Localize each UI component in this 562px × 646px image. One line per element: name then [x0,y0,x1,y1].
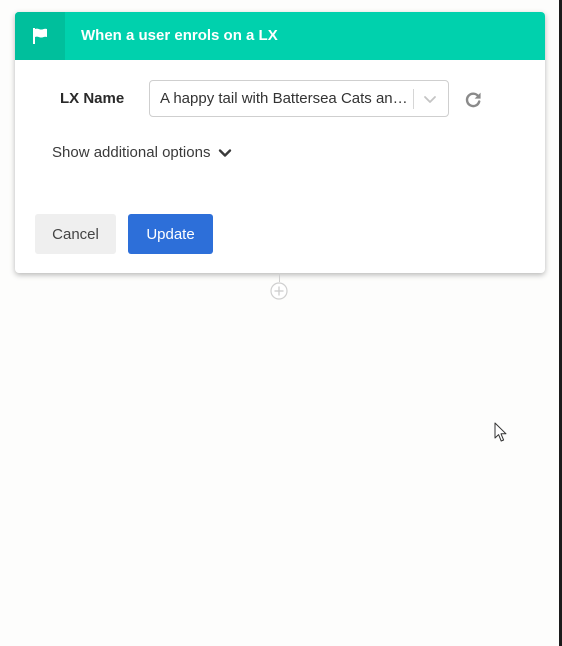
trigger-card: When a user enrols on a LX LX Name A hap… [15,12,545,273]
flag-icon [33,28,47,44]
lx-name-select[interactable]: A happy tail with Battersea Cats and Dog… [149,80,449,117]
show-additional-options[interactable]: Show additional options [52,143,232,163]
show-options-label: Show additional options [52,144,211,161]
update-button[interactable]: Update [128,214,213,254]
lx-name-label: LX Name [60,90,125,107]
lx-name-value: A happy tail with Battersea Cats and Dog… [160,90,412,107]
mouse-cursor-icon [494,422,507,442]
select-divider [413,89,414,109]
chevron-down-icon[interactable] [422,91,438,107]
trigger-header: When a user enrols on a LX [15,12,545,60]
trigger-title: When a user enrols on a LX [81,27,278,44]
chevron-down-icon [219,149,232,157]
plus-circle-icon[interactable] [270,282,288,300]
cancel-button[interactable]: Cancel [35,214,116,254]
trigger-icon-box [15,12,65,60]
flow-connector [279,273,280,282]
refresh-icon[interactable] [464,91,482,109]
